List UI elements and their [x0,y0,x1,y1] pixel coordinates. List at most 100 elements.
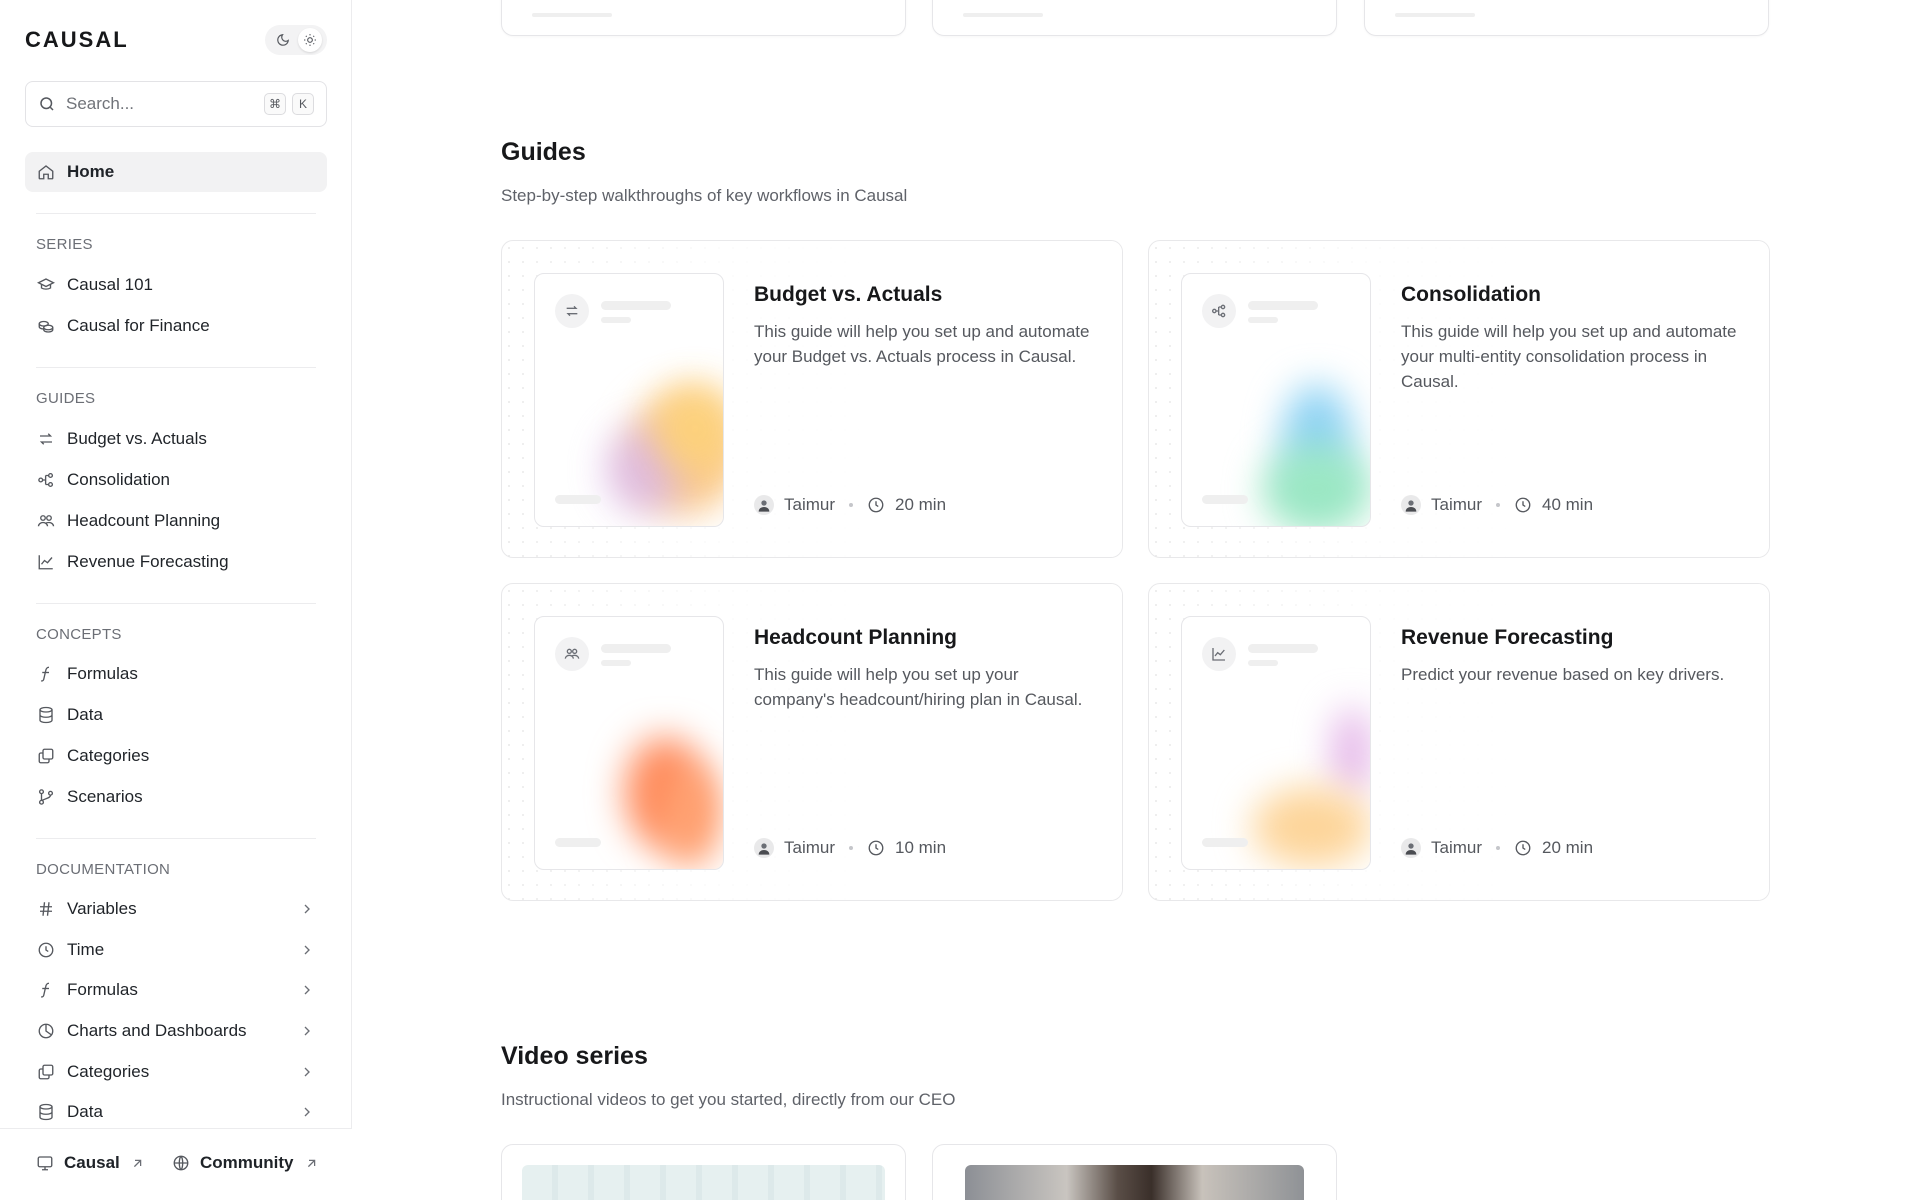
theme-toggle[interactable] [265,25,327,55]
sidebar-item-label: Data [67,1102,103,1121]
sidebar-item-label: Home [67,162,115,181]
sidebar-item-revenue-forecasting[interactable]: Revenue Forecasting [25,544,327,580]
sidebar-item-label: Categories [67,1062,150,1081]
guide-card-budget-vs-actuals[interactable]: Budget vs. Actuals This guide will help … [501,240,1123,558]
sidebar-item-consolidation[interactable]: Consolidation [25,462,327,498]
video-card[interactable] [932,1144,1337,1200]
author-avatar [754,838,774,858]
arrows-swap-icon [39,433,53,445]
sidebar-item-causal-101[interactable]: Causal 101 [25,267,327,303]
sun-icon [303,34,316,46]
person-icon [1405,843,1417,855]
clock-icon [868,840,884,856]
sidebar-item-scenarios[interactable]: Scenarios [25,779,327,815]
chevron-right-icon [304,1107,310,1117]
sidebar-item-time[interactable]: Time [25,932,327,968]
community-link-label: Community [200,1153,294,1172]
sidebar-divider [36,603,316,604]
section-title-concepts: CONCEPTS [36,626,122,643]
sidebar-item-label: Formulas [67,664,138,683]
person-icon [1405,500,1417,512]
video-card[interactable] [501,1144,906,1200]
series-card[interactable] [501,0,906,36]
light-mode-button[interactable] [297,28,322,52]
sidebar-item-doc-categories[interactable]: Categories [25,1054,327,1090]
guide-duration: 20 min [895,495,947,514]
guide-card-consolidation[interactable]: Consolidation This guide will help you s… [1148,240,1770,558]
nodes-icon [38,472,54,488]
causal-external-link[interactable]: Causal [36,1153,145,1173]
home-icon [38,165,54,180]
function-icon [40,666,50,682]
sidebar-item-label: Revenue Forecasting [67,552,229,571]
sidebar-item-label: Charts and Dashboards [67,1021,247,1040]
sidebar-item-headcount-planning[interactable]: Headcount Planning [25,503,327,539]
sidebar-item-variables[interactable]: Variables [25,891,327,927]
person-icon [758,843,770,855]
sidebar-item-causal-for-finance[interactable]: Causal for Finance [25,308,327,344]
guide-card-revenue-forecasting[interactable]: Revenue Forecasting Predict your revenue… [1148,583,1770,901]
sidebar-divider [36,213,316,214]
guide-author: Taimur [1431,495,1483,514]
main-content: Guides Step-by-step walkthroughs of key … [353,0,1920,1200]
guide-card-headcount-planning[interactable]: Headcount Planning This guide will help … [501,583,1123,901]
clock-icon [38,942,54,958]
chevron-right-icon [304,1026,310,1036]
shortcut-cmd-key: ⌘ [264,93,286,115]
guide-title: Consolidation [1401,283,1541,306]
chevron-right-icon [304,1067,310,1077]
git-branch-icon [38,789,54,805]
sidebar-divider [36,838,316,839]
sidebar-item-formulas[interactable]: Formulas [25,656,327,692]
external-arrow-icon [307,1159,315,1167]
line-chart-icon [38,555,53,570]
video-thumbnail [965,1165,1304,1200]
database-icon [39,706,53,724]
sidebar-item-label: Consolidation [67,470,171,489]
series-card[interactable] [932,0,1337,36]
people-icon [37,515,55,527]
sidebar-item-label: Categories [67,746,150,765]
clock-icon [1515,497,1531,513]
pie-chart-icon [38,1023,54,1039]
search-placeholder: Search... [66,94,135,113]
guide-thumbnail [1181,273,1371,527]
search-input[interactable]: Search... ⌘ K [25,81,327,127]
monitor-icon [37,1156,53,1171]
clock-icon [1515,840,1531,856]
database-icon [39,1103,53,1121]
guide-meta: Taimur 20 min [1401,838,1593,858]
sidebar-item-label: Variables [67,899,137,918]
sidebar-item-budget-vs-actuals[interactable]: Budget vs. Actuals [25,421,327,457]
guide-title: Headcount Planning [754,626,958,649]
nodes-icon [1212,304,1226,318]
series-card[interactable] [1364,0,1769,36]
guide-meta: Taimur 20 min [754,495,946,515]
sidebar-item-charts-and-dashboards[interactable]: Charts and Dashboards [25,1013,327,1049]
chevron-right-icon [304,985,310,995]
community-external-link[interactable]: Community [172,1153,319,1173]
sidebar-item-label: Data [67,705,103,724]
shortcut-k-key: K [292,93,314,115]
sidebar-item-doc-formulas[interactable]: Formulas [25,972,327,1008]
guide-thumbnail [534,616,724,870]
sidebar-item-doc-data[interactable]: Data [25,1094,327,1130]
sidebar-item-categories[interactable]: Categories [25,738,327,774]
causal-logo[interactable]: CAUSAL [25,27,129,53]
video-series-subheading: Instructional videos to get you started,… [501,1090,956,1109]
sidebar-item-data[interactable]: Data [25,697,327,733]
sidebar-item-label: Causal for Finance [67,316,210,335]
clock-icon [868,497,884,513]
guide-description: This guide will help you set up and auto… [754,322,1090,366]
chevron-right-icon [304,945,310,955]
sidebar-item-label: Headcount Planning [67,511,221,530]
dark-mode-button[interactable] [271,28,295,52]
guide-meta: Taimur 10 min [754,838,946,858]
author-avatar [1401,495,1421,515]
sidebar-item-home[interactable]: Home [25,152,327,192]
chevron-right-icon [304,904,310,914]
guide-title: Budget vs. Actuals [754,283,943,306]
author-avatar [1401,838,1421,858]
guide-thumbnail [1181,616,1371,870]
person-icon [758,500,770,512]
